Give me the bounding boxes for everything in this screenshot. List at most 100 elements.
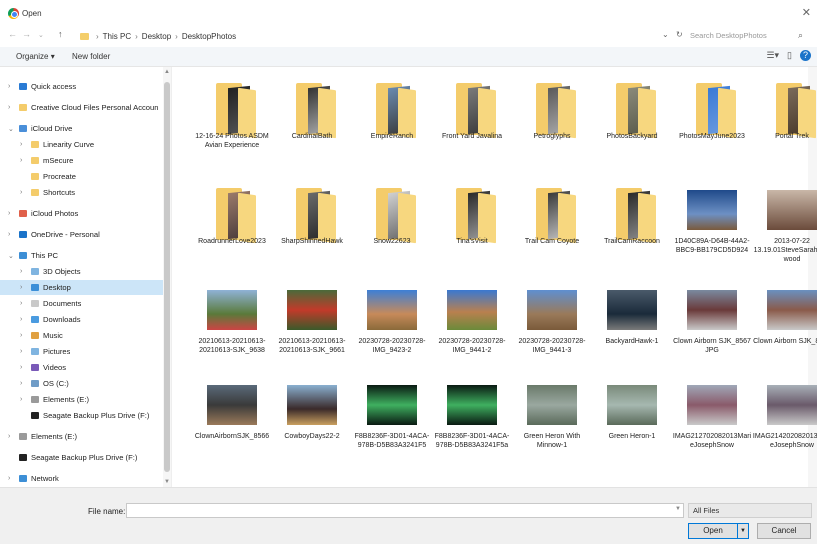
chevron-right-icon[interactable]: ›: [20, 364, 22, 371]
chevron-right-icon[interactable]: ›: [20, 300, 22, 307]
file-item[interactable]: 2013-07-22 13.19.01SteveSarahRedwood: [752, 172, 817, 272]
open-dropdown-button[interactable]: ▼: [737, 523, 749, 539]
chevron-right-icon[interactable]: ›: [20, 189, 22, 196]
file-item[interactable]: BackyardHawk-1: [592, 272, 672, 372]
new-folder-button[interactable]: New folder: [72, 52, 110, 61]
sidebar-scrollbar[interactable]: ▲ ▼: [163, 67, 171, 487]
sidebar-item[interactable]: › 3D Objects: [0, 264, 163, 279]
chevron-right-icon[interactable]: ›: [20, 332, 22, 339]
scroll-up-icon[interactable]: ▲: [164, 69, 170, 75]
chevron-down-icon[interactable]: ⌄: [8, 125, 14, 133]
close-icon[interactable]: ✕: [802, 6, 811, 19]
breadcrumb-desktop[interactable]: Desktop: [142, 32, 171, 41]
sidebar-item[interactable]: Seagate Backup Plus Drive (F:): [0, 408, 163, 423]
chevron-down-icon[interactable]: ⌄: [8, 252, 14, 260]
sidebar-item[interactable]: › OS (C:): [0, 376, 163, 391]
chevron-right-icon[interactable]: ›: [8, 433, 10, 440]
file-item[interactable]: F8B8236F-3D01-4ACA-978B-D5B83A3241F5: [352, 367, 432, 467]
file-item[interactable]: 20230728-20230728-IMG_9423-2: [352, 272, 432, 372]
sidebar-item[interactable]: › Documents: [0, 296, 163, 311]
folder-item[interactable]: Petroglyphs: [512, 67, 592, 167]
breadcrumb[interactable]: › This PC › Desktop › DesktopPhotos: [80, 29, 236, 43]
sidebar-item[interactable]: › Downloads: [0, 312, 163, 327]
folder-item[interactable]: Snow22623: [352, 172, 432, 272]
open-button[interactable]: Open: [688, 523, 738, 539]
file-item[interactable]: 1D40C89A-D64B-44A2-BBC9-BB179CD5D924: [672, 172, 752, 272]
sidebar-item[interactable]: Procreate: [0, 169, 163, 184]
up-icon[interactable]: ↑: [58, 29, 63, 39]
folder-item[interactable]: TrailCamRaccoon: [592, 172, 672, 272]
sidebar-item[interactable]: ⌄ This PC: [0, 248, 163, 263]
file-item[interactable]: Clown Airborn SJK_8567: [752, 272, 817, 372]
folder-item[interactable]: Portal Trek: [752, 67, 817, 167]
file-item[interactable]: ClownAirbornSJK_8566: [192, 367, 272, 467]
sidebar-item[interactable]: › Elements (E:): [0, 429, 163, 444]
file-item[interactable]: 20230728-20230728-IMG_9441-2: [432, 272, 512, 372]
file-item[interactable]: CowboyDays22-2: [272, 367, 352, 467]
back-icon[interactable]: ←: [8, 29, 17, 39]
file-item[interactable]: Green Heron-1: [592, 367, 672, 467]
forward-icon[interactable]: →: [22, 29, 31, 39]
file-name-dropdown-icon[interactable]: ▼: [675, 506, 681, 512]
sidebar-item[interactable]: › Quick access: [0, 79, 163, 94]
chevron-right-icon[interactable]: ›: [20, 141, 22, 148]
folder-item[interactable]: Trail Cam Coyote: [512, 172, 592, 272]
sidebar-item[interactable]: › mSecure: [0, 153, 163, 168]
folder-item[interactable]: PhotosMayJune2023: [672, 67, 752, 167]
sidebar-item[interactable]: › Music: [0, 328, 163, 343]
sidebar-item[interactable]: › Linearity Curve: [0, 137, 163, 152]
organize-button[interactable]: Organize ▾: [16, 52, 55, 61]
sidebar-item[interactable]: Seagate Backup Plus Drive (F:): [0, 450, 163, 465]
folder-item[interactable]: RoadrunnerLove2023: [192, 172, 272, 272]
chevron-right-icon[interactable]: ›: [20, 268, 22, 275]
sidebar-item[interactable]: › iCloud Photos: [0, 206, 163, 221]
chevron-right-icon[interactable]: ›: [8, 231, 10, 238]
sidebar-item[interactable]: › Shortcuts: [0, 185, 163, 200]
address-dropdown-icon[interactable]: ⌄: [662, 30, 669, 39]
chevron-right-icon[interactable]: ›: [20, 396, 22, 403]
file-item[interactable]: IMAG214202082013MarieJosephSnow: [752, 367, 817, 467]
file-item[interactable]: F8B8236F-3D01-4ACA-978B-D5B83A3241F5a: [432, 367, 512, 467]
chevron-right-icon[interactable]: ›: [20, 348, 22, 355]
folder-item[interactable]: 12-16-24 Photos ASDM Avian Experience: [192, 67, 272, 167]
folder-item[interactable]: PhotosBackyard: [592, 67, 672, 167]
help-icon[interactable]: ?: [800, 50, 811, 61]
chevron-right-icon[interactable]: ›: [8, 83, 10, 90]
chevron-right-icon[interactable]: ›: [8, 210, 10, 217]
folder-item[interactable]: Tina'sVisit: [432, 172, 512, 272]
chevron-right-icon[interactable]: ›: [8, 104, 10, 111]
sidebar-item[interactable]: ⌄ iCloud Drive: [0, 121, 163, 136]
file-item[interactable]: 20210613-20210613-20210613-SJK_9638: [192, 272, 272, 372]
chevron-right-icon[interactable]: ›: [20, 284, 22, 291]
file-item[interactable]: Clown Airborn SJK_8567 JPG: [672, 272, 752, 372]
file-item[interactable]: Green Heron With Minnow-1: [512, 367, 592, 467]
cancel-button[interactable]: Cancel: [757, 523, 811, 539]
chevron-right-icon[interactable]: ›: [20, 380, 22, 387]
sidebar-item[interactable]: › OneDrive - Personal: [0, 227, 163, 242]
breadcrumb-desktopphotos[interactable]: DesktopPhotos: [182, 32, 236, 41]
scroll-down-icon[interactable]: ▼: [164, 479, 170, 485]
chevron-right-icon[interactable]: ›: [20, 157, 22, 164]
file-item[interactable]: 20210613-20210613-20210613-SJK_9661: [272, 272, 352, 372]
file-type-select[interactable]: All Files: [688, 503, 812, 518]
view-options-icon[interactable]: ☰▾: [766, 50, 779, 61]
folder-item[interactable]: SharpShinnedHawk: [272, 172, 352, 272]
sidebar-item[interactable]: › Desktop: [0, 280, 163, 295]
search-input[interactable]: Search DesktopPhotos ⌕: [686, 28, 806, 43]
folder-item[interactable]: EmpireRanch: [352, 67, 432, 167]
chevron-right-icon[interactable]: ›: [20, 316, 22, 323]
sidebar-item[interactable]: › Pictures: [0, 344, 163, 359]
sidebar-item[interactable]: › Network: [0, 471, 163, 486]
recent-chevron-icon[interactable]: ⌄: [38, 31, 44, 39]
folder-item[interactable]: CardinalBath: [272, 67, 352, 167]
refresh-icon[interactable]: ↻: [676, 30, 683, 39]
preview-pane-icon[interactable]: ▯: [787, 50, 792, 61]
sidebar-item[interactable]: › Elements (E:): [0, 392, 163, 407]
sidebar-scroll-thumb[interactable]: [164, 82, 170, 472]
file-item[interactable]: 20230728-20230728-IMG_9441-3: [512, 272, 592, 372]
sidebar-item[interactable]: › Creative Cloud Files Personal Accoun: [0, 100, 163, 115]
file-item[interactable]: IMAG212702082013MarieJosephSnow: [672, 367, 752, 467]
chevron-right-icon[interactable]: ›: [8, 475, 10, 482]
sidebar-item[interactable]: › Videos: [0, 360, 163, 375]
file-name-input[interactable]: [126, 503, 684, 518]
